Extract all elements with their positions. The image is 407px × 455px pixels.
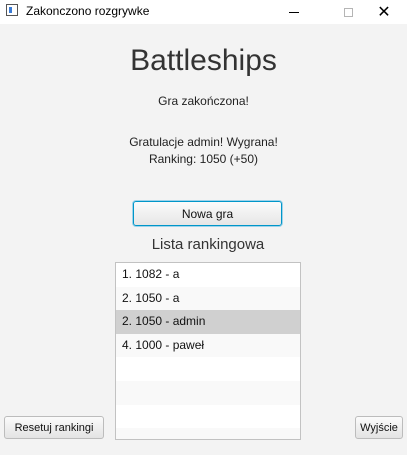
congrats-text: Gratulacje admin! Wygrana! bbox=[129, 135, 278, 149]
list-item[interactable]: 4. 1000 - paweł bbox=[116, 333, 300, 358]
ranking-text: Ranking: 1050 (+50) bbox=[148, 152, 259, 166]
close-icon: ✕ bbox=[377, 4, 391, 21]
window-title: Zakonczono rozgrywke bbox=[26, 4, 150, 18]
new-game-button[interactable]: Nowa gra bbox=[133, 201, 282, 226]
game-status-text: Gra zakończona! bbox=[158, 94, 249, 108]
empty-list-row bbox=[116, 428, 300, 439]
ranking-list[interactable]: 1. 1082 - a 2. 1050 - a 2. 1050 - admin 4. … bbox=[115, 262, 301, 440]
list-item[interactable]: 2. 1050 - admin bbox=[116, 310, 300, 334]
minimize-button[interactable] bbox=[271, 0, 317, 24]
maximize-icon bbox=[343, 7, 353, 17]
exit-button[interactable]: Wyjście bbox=[355, 416, 403, 439]
list-item[interactable]: 1. 1082 - a bbox=[116, 263, 300, 287]
ranking-list-title: Lista rankingowa bbox=[151, 236, 265, 253]
title-bar[interactable]: Zakonczono rozgrywke ✕ bbox=[0, 0, 407, 24]
minimize-icon bbox=[289, 11, 299, 13]
empty-list-row bbox=[116, 357, 300, 381]
app-icon bbox=[6, 4, 18, 16]
empty-list-row bbox=[116, 380, 300, 405]
game-title: Battleships bbox=[130, 44, 277, 77]
empty-list-row bbox=[116, 405, 300, 429]
close-button[interactable]: ✕ bbox=[361, 0, 407, 24]
reset-rankings-button[interactable]: Resetuj rankingi bbox=[4, 416, 104, 439]
list-item[interactable]: 2. 1050 - a bbox=[116, 286, 300, 311]
